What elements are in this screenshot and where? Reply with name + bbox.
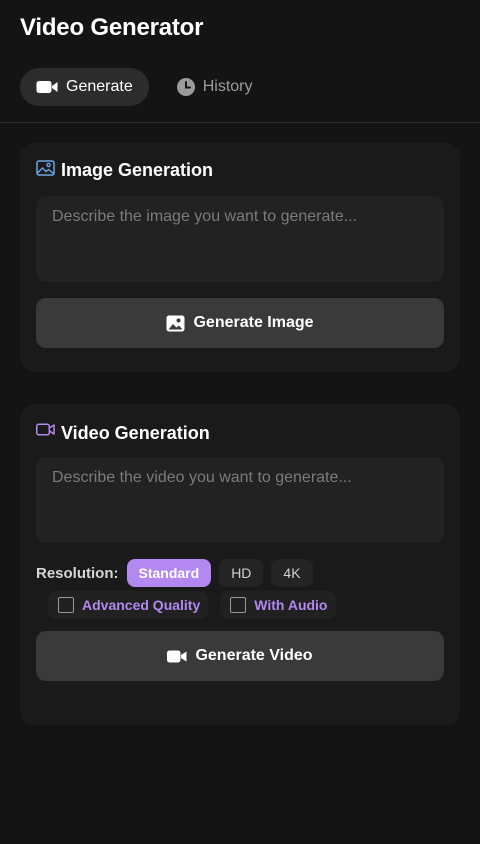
generate-image-label: Generate Image [193, 314, 314, 331]
page-title: Video Generator [20, 14, 204, 41]
video-camera-icon [36, 81, 58, 93]
tab-generate[interactable]: Generate [20, 68, 149, 106]
image-card-title: Image Generation [61, 160, 214, 180]
video-card-title: Video Generation [61, 423, 210, 443]
with-audio-label: With Audio [254, 597, 328, 613]
tab-history[interactable]: History [161, 68, 269, 106]
video-generation-card: Video Generation Resolution: Standard HD… [20, 404, 460, 725]
image-card-header: Image Generation [36, 159, 214, 181]
video-card-header: Video Generation [36, 423, 210, 444]
clock-icon [176, 78, 195, 96]
header-divider [0, 122, 480, 123]
generate-image-button[interactable]: Generate Image [36, 298, 444, 348]
video-camera-icon [167, 650, 187, 662]
resolution-standard[interactable]: Standard [126, 559, 212, 587]
tab-bar: Generate History [20, 68, 269, 106]
generate-video-label: Generate Video [195, 647, 313, 664]
resolution-4k[interactable]: 4K [271, 559, 313, 587]
advanced-quality-option[interactable]: Advanced Quality [48, 591, 209, 619]
advanced-quality-checkbox[interactable] [58, 597, 74, 613]
image-prompt-input[interactable] [36, 196, 444, 282]
video-prompt-input[interactable] [36, 457, 444, 543]
resolution-hd[interactable]: HD [219, 559, 264, 587]
video-options-row: Advanced Quality With Audio [48, 591, 336, 619]
image-icon [36, 159, 55, 176]
video-camera-icon [36, 423, 55, 436]
resolution-row: Resolution: Standard HD 4K [36, 559, 313, 587]
tab-generate-label: Generate [66, 78, 133, 95]
with-audio-option[interactable]: With Audio [220, 591, 336, 619]
advanced-quality-label: Advanced Quality [82, 597, 201, 613]
generate-video-button[interactable]: Generate Video [36, 631, 444, 681]
image-icon [166, 315, 185, 331]
app-root: Video Generator Generate History Image G… [0, 0, 480, 844]
with-audio-checkbox[interactable] [230, 597, 247, 613]
resolution-label: Resolution: [36, 564, 119, 582]
image-generation-card: Image Generation Generate Image [20, 143, 460, 372]
tab-history-label: History [202, 78, 253, 95]
